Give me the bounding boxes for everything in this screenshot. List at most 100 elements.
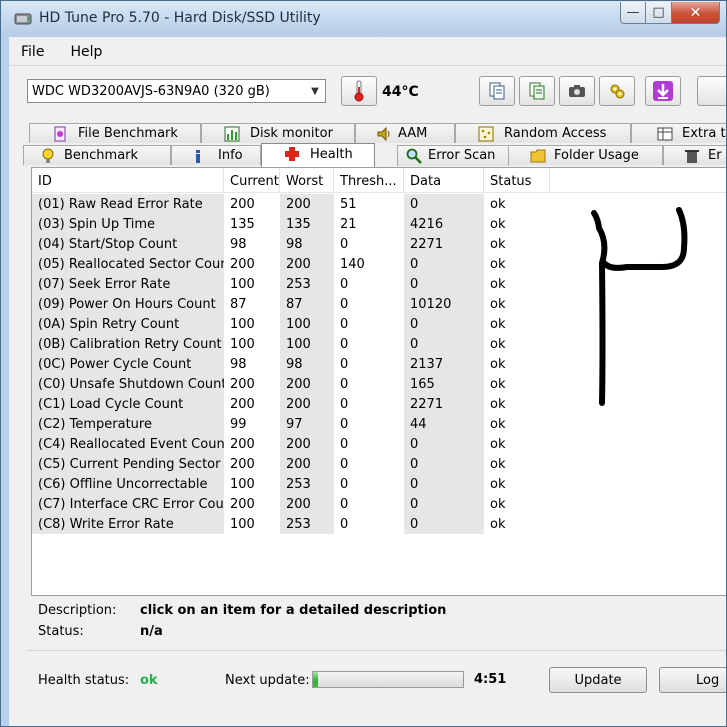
cell-status: ok <box>490 217 506 232</box>
cell-worst: 100 <box>280 314 334 334</box>
tab-folder-usage[interactable]: Folder Usage <box>507 145 663 165</box>
tab-health[interactable]: Health <box>261 143 375 167</box>
cell-status: ok <box>490 237 506 252</box>
col-header-worst[interactable]: Worst <box>280 168 334 192</box>
cell-status: ok <box>490 417 506 432</box>
cell-current: 98 <box>230 237 247 252</box>
cell-id: (09) Power On Hours Count <box>32 294 224 314</box>
cell-data: 0 <box>404 514 484 534</box>
description-label: Description: <box>38 603 117 618</box>
temperature-button[interactable] <box>341 76 377 106</box>
cell-threshold: 21 <box>340 217 357 232</box>
col-header-id[interactable]: ID <box>32 168 224 192</box>
tab-aam[interactable]: AAM <box>355 123 455 143</box>
save-button[interactable] <box>645 76 681 106</box>
health-status-label: Health status: <box>38 673 130 688</box>
tab-file-benchmark[interactable]: File Benchmark <box>29 123 201 143</box>
trash-icon <box>685 150 699 163</box>
col-header-threshold[interactable]: Thresh... <box>334 168 404 192</box>
file-benchmark-icon <box>54 126 66 142</box>
lightbulb-icon <box>42 148 54 163</box>
menu-file[interactable]: File <box>9 41 57 65</box>
cell-id: (C5) Current Pending Sector <box>32 454 224 474</box>
minimize-button[interactable]: — <box>620 2 646 24</box>
thermometer-icon <box>354 80 364 102</box>
menu-divider <box>9 65 726 66</box>
col-header-current[interactable]: Current <box>224 168 280 192</box>
chevron-down-icon[interactable]: ▼ <box>305 80 325 102</box>
log-button[interactable]: Log <box>659 667 726 693</box>
tab-info[interactable]: Info <box>171 145 261 165</box>
cell-worst: 200 <box>280 394 334 414</box>
copy-all-icon <box>529 82 545 100</box>
cell-current: 200 <box>230 457 255 472</box>
maximize-button[interactable]: □ <box>646 2 672 24</box>
cell-worst: 200 <box>280 434 334 454</box>
health-panel: ID Current Worst Thresh... Data Status (… <box>31 167 726 596</box>
cell-threshold: 0 <box>340 337 349 352</box>
tab-error-scan[interactable]: Error Scan <box>397 145 509 166</box>
tab-label: Health <box>310 147 353 162</box>
speaker-icon <box>377 126 390 142</box>
close-button[interactable]: ✕ <box>672 2 720 24</box>
cell-status: ok <box>490 357 506 372</box>
table-row[interactable]: (C5) Current Pending Sector 200 200 0 0 ok <box>32 454 726 474</box>
screenshot-button[interactable] <box>559 76 595 106</box>
title-bar[interactable]: HD Tune Pro 5.70 - Hard Disk/SSD Utility… <box>1 1 726 37</box>
menu-help[interactable]: Help <box>57 41 115 65</box>
tab-label: Folder Usage <box>554 148 639 163</box>
cell-id: (C1) Load Cycle Count <box>32 394 224 414</box>
tab-label: Disk monitor <box>250 126 333 141</box>
options-button[interactable] <box>599 76 635 106</box>
folder-icon <box>530 149 546 163</box>
tab-random-access[interactable]: Random Access <box>455 123 631 143</box>
cell-status: ok <box>490 297 506 312</box>
copy-info-button[interactable] <box>479 76 515 106</box>
footer: Health status: ok Next update: 4:51 Upda… <box>9 663 726 703</box>
cell-threshold: 0 <box>340 457 349 472</box>
exit-button[interactable] <box>697 76 726 106</box>
cell-data: 0 <box>404 334 484 354</box>
cell-id: (0B) Calibration Retry Count <box>32 334 224 354</box>
tab-label: AAM <box>398 126 428 141</box>
cell-id: (05) Reallocated Sector Count <box>32 254 224 274</box>
cell-threshold: 0 <box>340 497 349 512</box>
info-icon <box>196 150 200 163</box>
cell-status: ok <box>490 437 506 452</box>
table-row[interactable]: (C4) Reallocated Event Count 200 200 0 0 ok <box>32 434 726 454</box>
cell-threshold: 0 <box>340 297 349 312</box>
tab-label: Extra te <box>682 126 726 141</box>
extra-tests-icon <box>657 127 673 141</box>
table-row[interactable]: (C7) Interface CRC Error Count 200 200 0 0 ok <box>32 494 726 514</box>
cell-worst: 98 <box>280 354 334 374</box>
table-row[interactable]: (C6) Offline Uncorrectable 100 253 0 0 ok <box>32 474 726 494</box>
client-area: File Help WDC WD3200AVJS-63N9A0 (320 gB)… <box>9 37 726 726</box>
cell-data: 2271 <box>404 234 484 254</box>
col-header-status[interactable]: Status <box>484 168 550 192</box>
cell-id: (C8) Write Error Rate <box>32 514 224 534</box>
cell-status: ok <box>490 337 506 352</box>
cell-current: 200 <box>230 437 255 452</box>
cell-worst: 87 <box>280 294 334 314</box>
cell-threshold: 0 <box>340 517 349 532</box>
cell-current: 99 <box>230 417 247 432</box>
update-button[interactable]: Update <box>549 667 647 693</box>
cell-threshold: 0 <box>340 437 349 452</box>
table-row[interactable]: (C8) Write Error Rate 100 253 0 0 ok <box>32 514 726 534</box>
drive-select[interactable]: WDC WD3200AVJS-63N9A0 (320 gB) ▼ <box>27 79 326 103</box>
hard-disk-icon <box>14 13 32 25</box>
cell-data: 0 <box>404 474 484 494</box>
tab-label: Random Access <box>504 126 607 141</box>
cell-threshold: 51 <box>340 197 357 212</box>
tab-extra-tests[interactable]: Extra te <box>631 123 726 143</box>
tab-disk-monitor[interactable]: Disk monitor <box>201 123 355 143</box>
tab-erase[interactable]: Er <box>663 145 726 165</box>
window-controls: — □ ✕ <box>620 2 720 26</box>
col-header-data[interactable]: Data <box>404 168 484 192</box>
tab-benchmark[interactable]: Benchmark <box>23 145 171 165</box>
copy-all-button[interactable] <box>519 76 555 106</box>
cell-worst: 135 <box>280 214 334 234</box>
menu-bar: File Help <box>9 41 115 65</box>
cell-status: ok <box>490 497 506 512</box>
cell-current: 200 <box>230 397 255 412</box>
